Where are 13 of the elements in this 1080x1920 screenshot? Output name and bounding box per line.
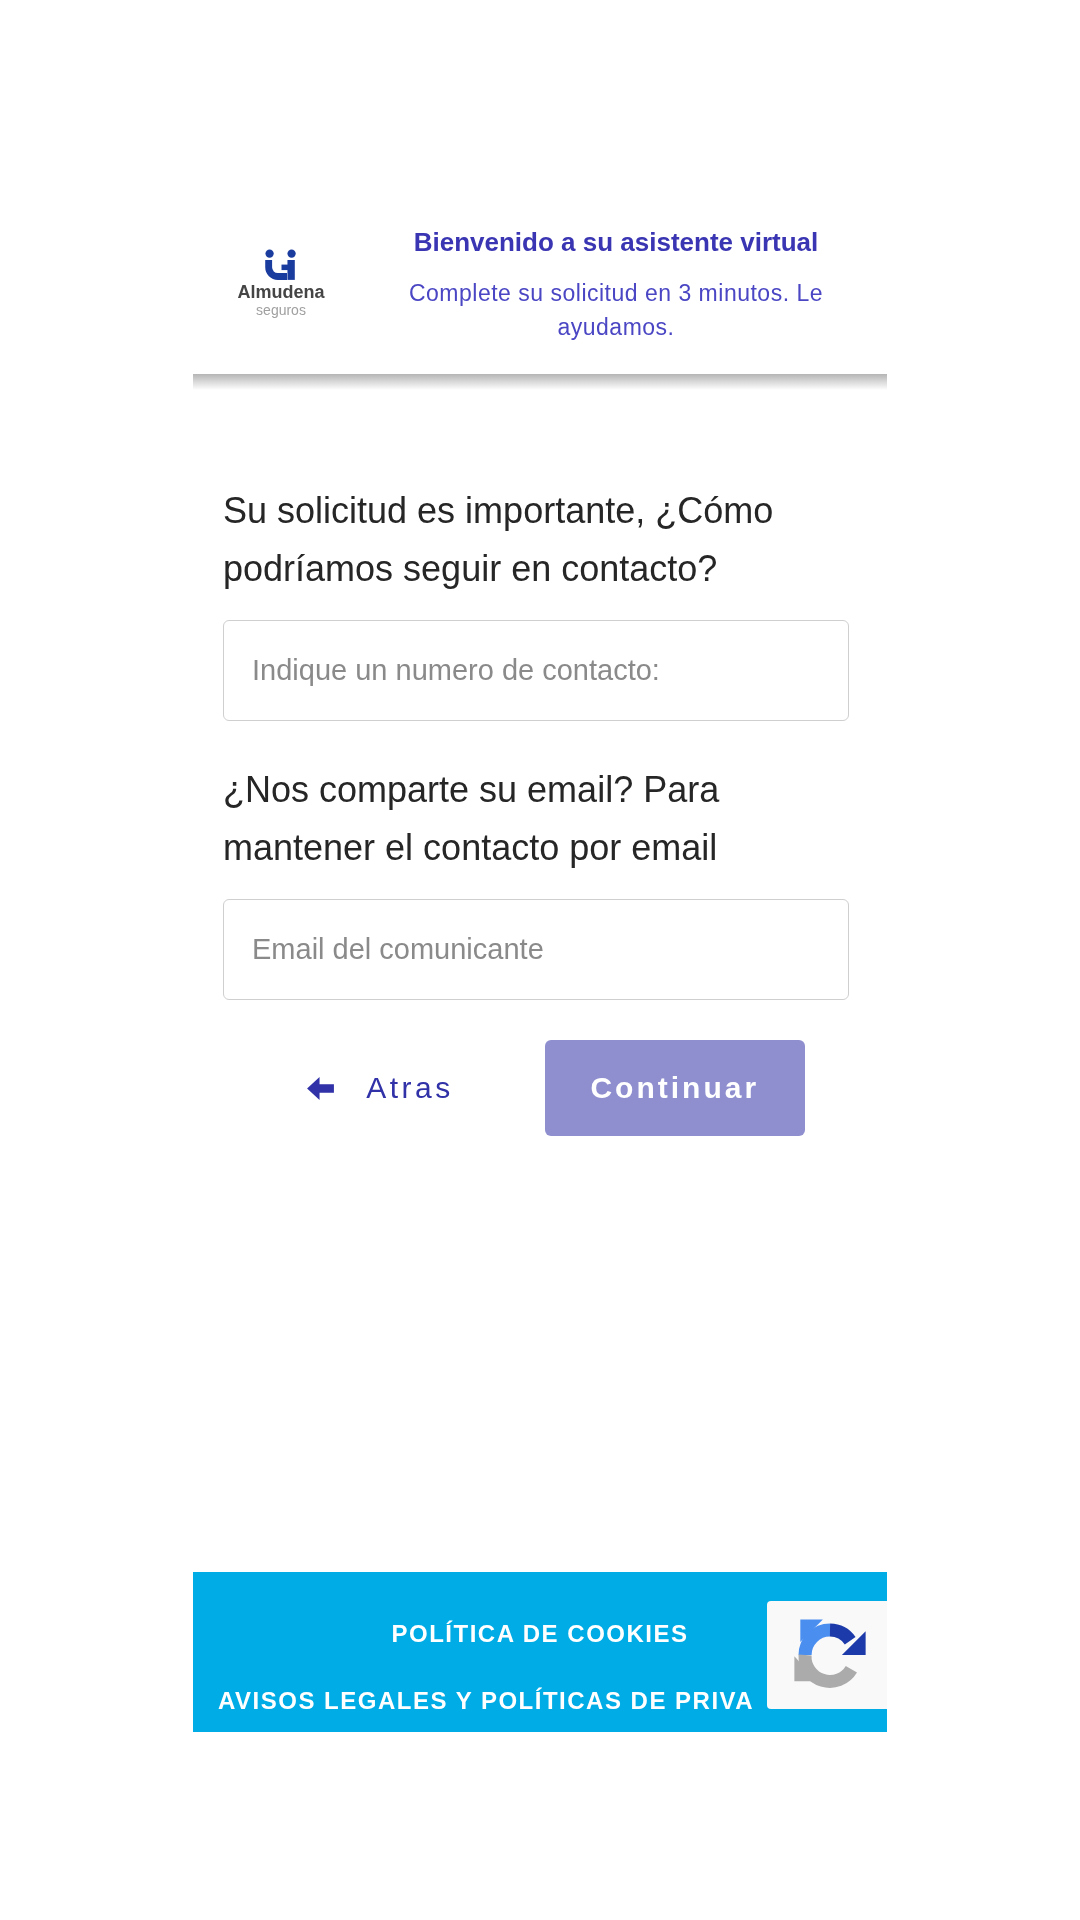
left-arrow-icon [307,1076,335,1100]
question-label: ¿Nos comparte su email? Para mantener el contacto por email [223,768,721,870]
welcome-subtitle: Complete su solicitud en 3 minutos. Le ayudamos. [407,279,824,342]
input-field[interactable]: Indique un numero de contacto: [223,620,849,721]
input-field[interactable]: Email del comunicante [223,899,849,1000]
question-label: Su solicitud es importante, ¿Cómo podríamos seguir en contacto? [223,489,775,591]
logo-wordmark: Almudena [237,282,325,303]
back-button[interactable]: Atras [287,1040,474,1136]
footer-link[interactable]: POLÍTICA DE COOKIES [391,1619,689,1649]
captcha-badge[interactable] [767,1601,887,1709]
footer-link[interactable]: AVISOS LEGALES Y POLÍTICAS DE PRIVA [218,1686,755,1716]
welcome-title: Bienvenido a su asistente virtual [412,226,820,258]
logo-tagline: seguros [256,303,306,318]
